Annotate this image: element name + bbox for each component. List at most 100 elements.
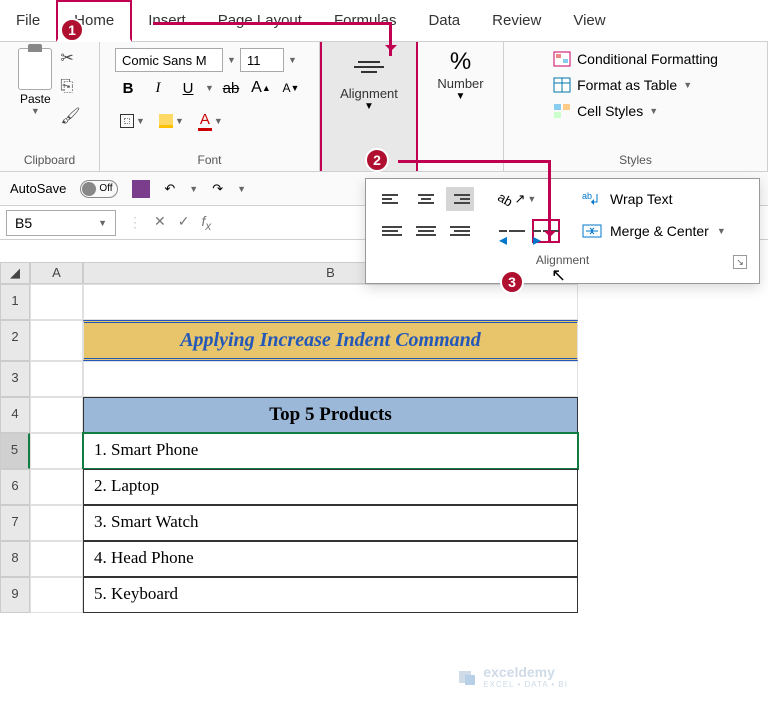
merge-icon bbox=[582, 222, 602, 240]
tab-page-layout[interactable]: Page Layout bbox=[202, 2, 318, 39]
chevron-down-icon[interactable]: ▼ bbox=[205, 83, 214, 93]
row-header[interactable]: 5 bbox=[0, 433, 30, 469]
cell-styles-icon bbox=[553, 103, 571, 119]
cell[interactable] bbox=[30, 577, 83, 613]
font-name-combo[interactable] bbox=[115, 48, 223, 72]
conditional-formatting-button[interactable]: Conditional Formatting bbox=[553, 48, 718, 70]
wrap-text-icon: ab bbox=[582, 190, 602, 208]
data-cell[interactable]: 2. Laptop bbox=[83, 469, 578, 505]
tab-formulas[interactable]: Formulas bbox=[318, 2, 413, 39]
group-number: % Number ▼ bbox=[418, 42, 504, 171]
selected-cell[interactable]: 1. Smart Phone bbox=[83, 433, 578, 469]
annotation-badge-2: 2 bbox=[365, 148, 389, 172]
save-icon[interactable] bbox=[132, 180, 150, 198]
undo-icon[interactable]: ↶ bbox=[164, 181, 175, 197]
italic-button[interactable]: I bbox=[145, 76, 171, 100]
data-cell[interactable]: 3. Smart Watch bbox=[83, 505, 578, 541]
tab-data[interactable]: Data bbox=[412, 2, 476, 39]
cell[interactable] bbox=[30, 284, 83, 320]
autosave-toggle[interactable]: Off bbox=[80, 180, 118, 198]
row-header[interactable]: 6 bbox=[0, 469, 30, 505]
cell[interactable] bbox=[30, 433, 83, 469]
title-cell[interactable]: Applying Increase Indent Command bbox=[83, 320, 578, 361]
align-bottom-center-button[interactable] bbox=[412, 219, 440, 243]
fx-icon[interactable]: fx bbox=[201, 213, 211, 233]
underline-button[interactable]: U bbox=[175, 76, 201, 100]
chevron-down-icon[interactable]: ▼ bbox=[364, 101, 374, 112]
data-cell[interactable]: 4. Head Phone bbox=[83, 541, 578, 577]
group-clipboard: Paste ▼ ✂ ⎘ 🖌 Clipboard bbox=[0, 42, 100, 171]
align-top-right-button[interactable] bbox=[446, 187, 474, 211]
chevron-down-icon[interactable]: ▼ bbox=[98, 218, 107, 228]
watermark: exceldemy EXCEL • DATA • BI bbox=[457, 664, 568, 689]
shrink-font-button[interactable]: A▼ bbox=[278, 76, 304, 100]
annotation-arrow bbox=[389, 22, 392, 56]
strikethrough-button[interactable]: ab bbox=[218, 76, 244, 100]
name-box[interactable]: B5 ▼ bbox=[6, 210, 116, 236]
merge-center-button[interactable]: Merge & Center ▼ bbox=[578, 219, 730, 243]
fill-color-button[interactable]: ▼ bbox=[154, 111, 189, 131]
chevron-down-icon[interactable]: ▼ bbox=[227, 55, 236, 65]
tab-insert[interactable]: Insert bbox=[132, 2, 202, 39]
font-size-combo[interactable] bbox=[240, 48, 284, 72]
group-font: ▼ ▼ B I U ▼ ab A▲ A▼ ▼ ▼ A▼ Font bbox=[100, 42, 320, 171]
font-color-icon: A bbox=[198, 111, 212, 131]
row-header[interactable]: 4 bbox=[0, 397, 30, 433]
wrap-text-button[interactable]: ab Wrap Text bbox=[578, 187, 730, 211]
row-header[interactable]: 8 bbox=[0, 541, 30, 577]
row-header[interactable]: 1 bbox=[0, 284, 30, 320]
format-painter-icon[interactable]: 🖌 bbox=[60, 106, 80, 126]
cell[interactable] bbox=[30, 541, 83, 577]
decrease-indent-button[interactable]: ◂ bbox=[498, 219, 526, 243]
number-label: Number bbox=[437, 76, 483, 91]
align-bottom-right-button[interactable] bbox=[446, 219, 474, 243]
cell[interactable] bbox=[30, 361, 83, 397]
table-header-cell[interactable]: Top 5 Products bbox=[83, 397, 578, 433]
paste-button[interactable]: Paste ▼ bbox=[18, 48, 52, 126]
cell[interactable] bbox=[83, 361, 578, 397]
paste-icon bbox=[18, 48, 52, 90]
accept-formula-icon[interactable]: ✓ bbox=[178, 213, 190, 233]
cancel-formula-icon[interactable]: ✕ bbox=[154, 213, 166, 233]
row-header[interactable]: 9 bbox=[0, 577, 30, 613]
orientation-button[interactable]: ab↗ ▼ bbox=[498, 187, 536, 211]
row-header[interactable]: 2 bbox=[0, 320, 30, 361]
border-icon bbox=[120, 114, 134, 128]
align-top-left-button[interactable] bbox=[378, 187, 406, 211]
cell[interactable] bbox=[30, 505, 83, 541]
watermark-icon bbox=[457, 667, 477, 687]
row-header[interactable]: 7 bbox=[0, 505, 30, 541]
cut-icon[interactable]: ✂ bbox=[60, 48, 80, 68]
chevron-down-icon[interactable]: ▼ bbox=[717, 226, 726, 236]
data-cell[interactable]: 5. Keyboard bbox=[83, 577, 578, 613]
cell[interactable] bbox=[30, 469, 83, 505]
col-header-a[interactable]: A bbox=[30, 262, 83, 284]
cell-styles-button[interactable]: Cell Styles▼ bbox=[553, 100, 658, 122]
redo-icon[interactable]: ↷ bbox=[212, 181, 223, 197]
format-as-table-button[interactable]: Format as Table▼ bbox=[553, 74, 692, 96]
copy-icon[interactable]: ⎘ bbox=[60, 78, 80, 96]
grow-font-button[interactable]: A▲ bbox=[248, 76, 274, 100]
annotation-arrow bbox=[548, 160, 551, 242]
bold-button[interactable]: B bbox=[115, 76, 141, 100]
dialog-launcher-icon[interactable]: ↘ bbox=[733, 255, 747, 269]
center-align-icon bbox=[349, 52, 389, 82]
cell[interactable] bbox=[30, 320, 83, 361]
cell[interactable] bbox=[30, 397, 83, 433]
borders-button[interactable]: ▼ bbox=[115, 111, 150, 131]
align-top-center-button[interactable] bbox=[412, 187, 440, 211]
row-header[interactable]: 3 bbox=[0, 361, 30, 397]
cond-format-icon bbox=[553, 51, 571, 67]
chevron-down-icon[interactable]: ▼ bbox=[288, 55, 297, 65]
tab-file[interactable]: File bbox=[0, 2, 56, 39]
font-color-button[interactable]: A▼ bbox=[193, 108, 228, 134]
percent-icon[interactable]: % bbox=[450, 48, 471, 76]
annotation-arrow bbox=[153, 22, 389, 25]
chevron-down-icon[interactable]: ▼ bbox=[456, 91, 466, 102]
svg-text:ab: ab bbox=[582, 191, 592, 201]
align-bottom-left-button[interactable] bbox=[378, 219, 406, 243]
tab-view[interactable]: View bbox=[557, 2, 621, 39]
tab-review[interactable]: Review bbox=[476, 2, 557, 39]
paste-label: Paste bbox=[20, 92, 51, 106]
select-all-corner[interactable]: ◢ bbox=[0, 262, 30, 284]
